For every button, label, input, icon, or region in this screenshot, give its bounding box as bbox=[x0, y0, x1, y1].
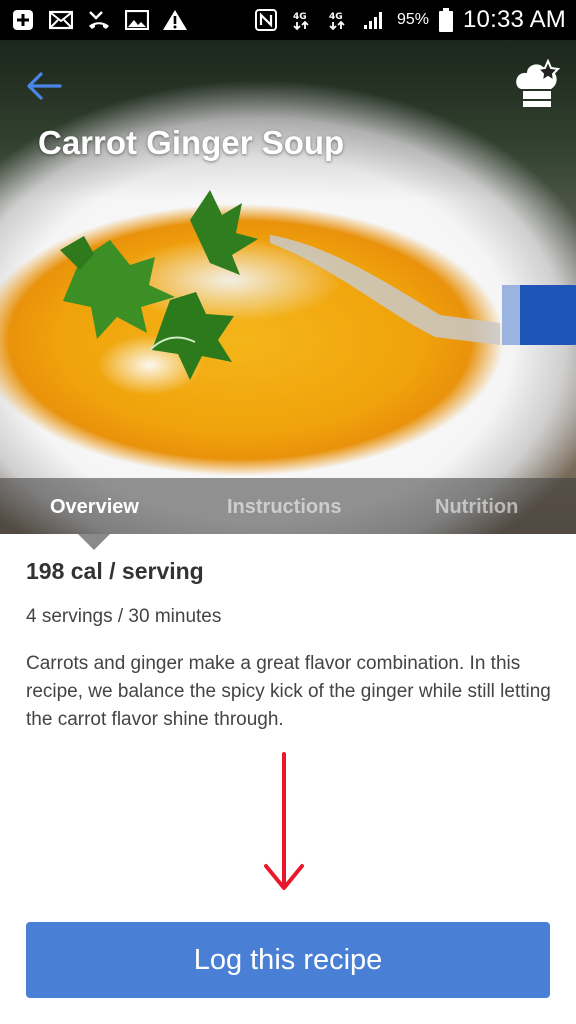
log-recipe-button[interactable]: Log this recipe bbox=[26, 922, 550, 998]
status-bar: 4G 4G 95% 10:33 AM bbox=[0, 0, 576, 40]
tab-nutrition[interactable]: Nutrition bbox=[435, 496, 518, 519]
cilantro-garnish bbox=[60, 190, 258, 380]
recipe-hero-image: Carrot Ginger Soup Overview Instructions… bbox=[0, 40, 576, 534]
recipe-title: Carrot Ginger Soup bbox=[38, 124, 345, 161]
arrow-left-icon bbox=[27, 72, 62, 100]
chef-hat-star-icon bbox=[516, 59, 561, 107]
nfc-icon bbox=[253, 9, 279, 31]
warning-icon bbox=[162, 9, 188, 31]
status-system: 4G 4G 95% 10:33 AM bbox=[253, 6, 566, 34]
battery-icon bbox=[438, 8, 453, 32]
svg-text:4G: 4G bbox=[329, 12, 343, 22]
mail-icon bbox=[48, 9, 74, 31]
tab-instructions[interactable]: Instructions bbox=[227, 496, 341, 519]
signal-icon bbox=[361, 9, 387, 31]
battery-percent: 95% bbox=[396, 11, 429, 28]
favorite-chef-button[interactable] bbox=[514, 58, 562, 110]
calories-per-serving: 198 cal / serving bbox=[26, 558, 204, 584]
servings-and-time: 4 servings / 30 minutes bbox=[26, 606, 222, 627]
missed-call-icon bbox=[86, 9, 112, 31]
recipe-tabs: Overview Instructions Nutrition bbox=[0, 478, 576, 534]
image-icon bbox=[124, 9, 150, 31]
data-4g-icon: 4G bbox=[289, 9, 315, 31]
active-tab-indicator bbox=[78, 534, 110, 550]
data-4g-lte-icon: 4G bbox=[325, 9, 351, 31]
plus-box-icon bbox=[10, 9, 36, 31]
svg-text:4G: 4G bbox=[293, 12, 307, 22]
clock: 10:33 AM bbox=[462, 6, 566, 33]
hero-scrim bbox=[0, 40, 576, 200]
back-button[interactable] bbox=[22, 66, 66, 106]
recipe-description: Carrots and ginger make a great flavor c… bbox=[26, 653, 551, 730]
status-notifications bbox=[10, 9, 188, 31]
down-arrow-icon bbox=[264, 752, 304, 890]
spoon-illustration bbox=[270, 235, 576, 345]
tab-overview[interactable]: Overview bbox=[50, 496, 139, 519]
